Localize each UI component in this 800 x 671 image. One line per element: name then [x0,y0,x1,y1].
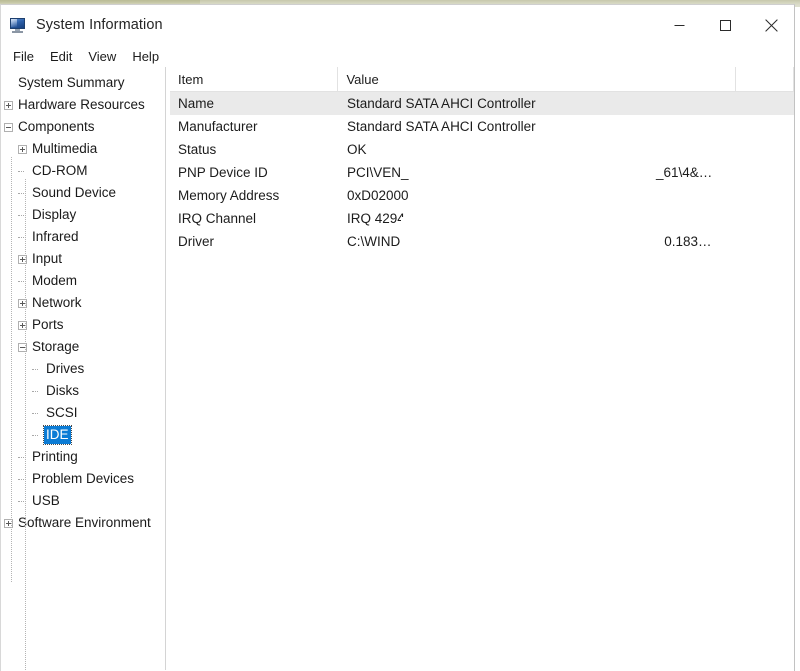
cell-value-text: OK [347,142,367,157]
cell-value: OK [339,142,794,157]
cell-item: IRQ Channel [170,211,339,226]
tree-item-system-summary[interactable]: System Summary [1,72,161,94]
tree-item-label: CD-ROM [30,162,90,180]
tree-item-label: Input [30,250,64,268]
tree-item-label: Printing [30,448,80,466]
window-title: System Information [36,17,163,33]
tree-item-label: Modem [30,272,79,290]
minimize-icon [674,20,685,31]
list-column-headers: Item Value [170,67,794,92]
cell-value-text: PCI\VEN_ [347,165,409,180]
table-row[interactable]: Status OK [170,138,794,161]
maximize-button[interactable] [702,5,748,45]
table-row[interactable]: Memory Address 0xD02000 [170,184,794,207]
tree-connector-icon [32,387,41,396]
details-list-view: Item Value Name Standard SATA AHCI Contro… [170,67,794,670]
cell-value-text: 0xD02000 [347,188,409,203]
cell-value: 0xD02000 [339,188,794,203]
tree-connector-icon [32,431,41,440]
menu-view[interactable]: View [80,47,124,66]
cell-value-truncated-tail: _61\4&… [656,165,712,180]
content-area: System Summary Hardware Resources Componen… [1,67,794,670]
close-button[interactable] [748,5,794,45]
tree-guide-line [11,157,13,582]
tree-item-label: SCSI [44,404,80,422]
tree-item-label: Hardware Resources [16,96,147,114]
tree-item-hardware-resources[interactable]: Hardware Resources [1,94,161,116]
tree-guide-line [25,179,27,670]
menu-edit[interactable]: Edit [42,47,80,66]
close-icon [765,19,778,32]
tree-item-label: Components [16,118,97,136]
menu-file[interactable]: File [5,47,42,66]
tree-connector-icon [18,167,27,176]
cell-item: Manufacturer [170,119,339,134]
tree-item-label: USB [30,492,62,510]
tree-connector-icon [32,365,41,374]
column-header-extra[interactable] [736,67,794,91]
tree-item-label: System Summary [16,74,127,92]
cell-value: IRQ 4294 [339,211,794,226]
menu-bar: File Edit View Help [1,45,794,67]
tree-item-label: Problem Devices [30,470,136,488]
navigation-tree-pane: System Summary Hardware Resources Componen… [1,67,161,670]
menu-help[interactable]: Help [124,47,167,66]
tree-item-multimedia[interactable]: Multimedia [1,138,161,160]
tree-item-label: Storage [30,338,81,356]
tree-item-components[interactable]: Components [1,116,161,138]
table-row[interactable]: Driver C:\WIND ).0.183… [170,230,794,253]
cell-value-text: Standard SATA AHCI Controller [347,96,536,111]
list-rows: NameStandard SATA AHCI ControllerManufac… [170,92,794,253]
cell-value-text: Standard SATA AHCI Controller [347,119,536,134]
system-information-window: System Information File Edit [0,4,795,671]
tree-item-label: Multimedia [30,140,99,158]
column-header-item[interactable]: Item [170,67,338,91]
expand-icon[interactable] [18,145,27,154]
cell-item: Memory Address [170,188,339,203]
cell-item: PNP Device ID [170,165,339,180]
tree-item-label: Ports [30,316,66,334]
minimize-button[interactable] [656,5,702,45]
table-row[interactable]: IRQ Channel IRQ 4294 [170,207,794,230]
tree-item-label: Display [30,206,78,224]
title-bar: System Information [1,5,794,45]
cell-item: Driver [170,234,339,249]
tree-connector-icon [32,409,41,418]
tree-item-label: IDE [44,426,71,444]
cell-value: Standard SATA AHCI Controller [339,119,794,134]
cell-item: Name [170,96,339,111]
window-controls [656,5,794,45]
table-row[interactable]: Manufacturer Standard SATA AHCI Controlle… [170,115,794,138]
tree-item-label: Software Environment [16,514,153,532]
maximize-icon [720,20,731,31]
tree-item-label: Infrared [30,228,81,246]
column-header-value[interactable]: Value [338,67,736,91]
pane-splitter[interactable] [161,67,169,670]
tree-item-label: Drives [44,360,86,378]
cell-value-truncated-tail: ).0.183… [656,234,712,249]
cell-value: C:\WIND ).0.183… [339,234,794,249]
cell-item: Status [170,142,339,157]
cell-value: Standard SATA AHCI Controller [339,96,794,111]
cell-value-text: IRQ 4294 [347,211,405,226]
tree-item-label: Sound Device [30,184,118,202]
table-row[interactable]: Name Standard SATA AHCI Controller [170,92,794,115]
tree-item-label: Network [30,294,84,312]
cell-value-text: C:\WIND [347,234,400,249]
table-row[interactable]: PNP Device ID PCI\VEN_ _61\4&… [170,161,794,184]
cell-value: PCI\VEN_ _61\4&… [339,165,794,180]
computer-monitor-icon [10,17,27,34]
expand-icon[interactable] [4,101,13,110]
tree-item-label: Disks [44,382,81,400]
collapse-icon[interactable] [4,123,13,132]
